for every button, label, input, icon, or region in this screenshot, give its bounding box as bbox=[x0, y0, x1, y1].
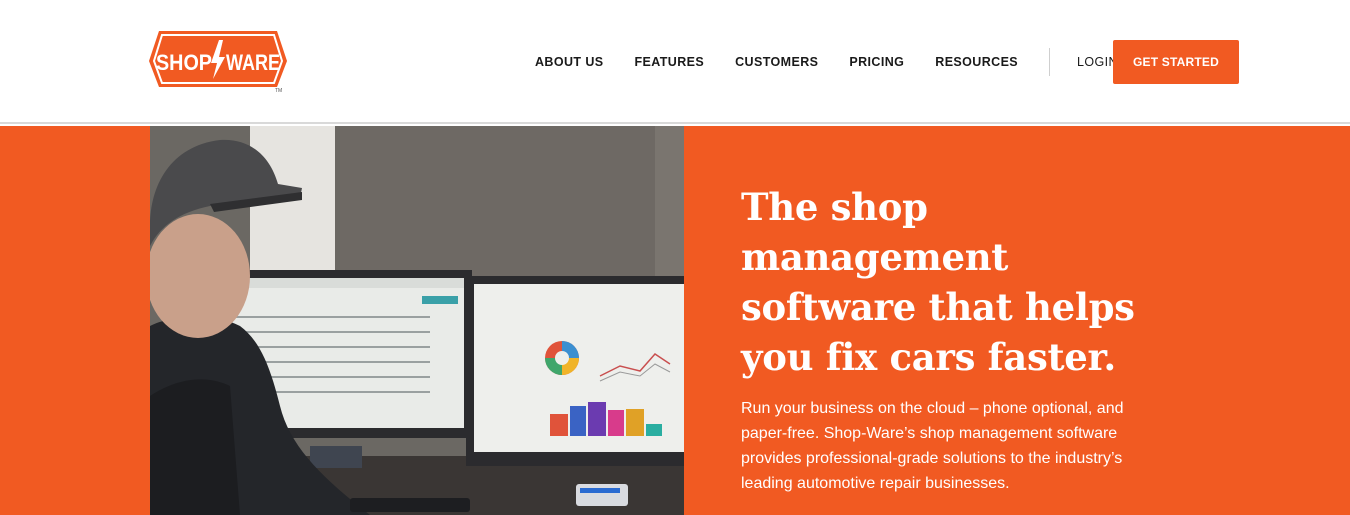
nav-about-us[interactable]: ABOUT US bbox=[535, 55, 603, 69]
main-nav: ABOUT US FEATURES CUSTOMERS PRICING RESO… bbox=[535, 40, 1149, 84]
shop-ware-logo[interactable]: SHOP WARE TM bbox=[147, 29, 289, 93]
logo-text-left: SHOP bbox=[156, 50, 212, 75]
nav-divider bbox=[1049, 48, 1051, 76]
trademark-symbol: TM bbox=[275, 88, 282, 93]
nav-pricing[interactable]: PRICING bbox=[849, 55, 904, 69]
hero-description: Run your business on the cloud – phone o… bbox=[741, 400, 1124, 492]
get-started-button[interactable]: GET STARTED bbox=[1113, 40, 1239, 84]
nav-features[interactable]: FEATURES bbox=[634, 55, 704, 69]
technician-at-dual-monitors-photo bbox=[150, 126, 684, 515]
nav-resources[interactable]: RESOURCES bbox=[935, 55, 1018, 69]
site-header: SHOP WARE TM ABOUT US FEATURES CUSTOMERS… bbox=[0, 0, 1350, 124]
login-link[interactable]: LOGIN bbox=[1077, 55, 1118, 69]
nav-customers[interactable]: CUSTOMERS bbox=[735, 55, 818, 69]
hero-headline: The shop management software that helps … bbox=[741, 185, 1135, 379]
hero-section: The shop management software that helps … bbox=[0, 126, 1350, 515]
logo-text-right: WARE bbox=[226, 50, 280, 75]
